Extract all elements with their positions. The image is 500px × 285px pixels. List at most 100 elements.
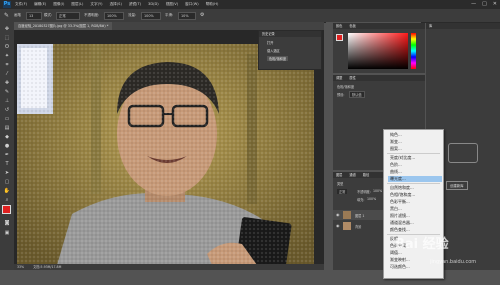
eyedropper-tool-icon[interactable]: ⁄ bbox=[3, 71, 11, 77]
opacity-label: 不透明度: bbox=[84, 13, 100, 17]
menu-image[interactable]: 图像(I) bbox=[53, 2, 64, 7]
menu-item-curves[interactable]: 曲线... bbox=[388, 169, 442, 175]
tab-swatches[interactable]: 色板 bbox=[346, 24, 358, 28]
tab-libraries[interactable]: 库 bbox=[426, 24, 435, 28]
path-select-tool-icon[interactable]: ➤ bbox=[3, 170, 11, 176]
adjustment-layer-menu: 纯色... 渐变... 图案... 亮度/对比度... 色阶... 曲线... … bbox=[383, 129, 444, 279]
quick-mask-icon[interactable]: ◙ bbox=[3, 220, 11, 226]
menu-list: 文件(F) 编辑(E) 图像(I) 图层(L) 文字(Y) 选择(S) 滤镜(T… bbox=[15, 2, 218, 7]
history-item[interactable]: 色相/饱和度 bbox=[267, 56, 289, 61]
layer-name[interactable]: 背景 bbox=[355, 224, 361, 229]
document-tabs: 百度经验_20180327图片.jpg @ 33.3%(图层 1, RGB/8#… bbox=[14, 22, 324, 30]
layer-opacity-value[interactable]: 100% bbox=[373, 189, 382, 193]
layer-name[interactable]: 图层 1 bbox=[355, 213, 364, 218]
fill-value[interactable]: 100% bbox=[367, 197, 376, 201]
history-panel: 历史记录 打开 载入选区 色相/饱和度 bbox=[258, 30, 322, 70]
menu-item-vibrance[interactable]: 自然饱和度... bbox=[388, 185, 442, 191]
menu-3d[interactable]: 3D(D) bbox=[148, 2, 159, 7]
menu-view[interactable]: 视图(V) bbox=[166, 2, 178, 7]
history-brush-tool-icon[interactable]: ↺ bbox=[3, 107, 11, 113]
brush-tool-icon[interactable]: ✎ bbox=[3, 89, 11, 95]
layer-kind-filter[interactable]: 类型 bbox=[337, 181, 343, 186]
history-item[interactable]: 载入选区 bbox=[267, 48, 280, 53]
menu-item-black-white[interactable]: 黑白... bbox=[388, 206, 442, 212]
hand-tool-icon[interactable]: ✋ bbox=[3, 188, 11, 194]
close-button[interactable]: ✕ bbox=[493, 1, 497, 7]
maximize-button[interactable]: □ bbox=[482, 1, 487, 7]
tab-layers[interactable]: 图层 bbox=[333, 173, 345, 177]
menu-file[interactable]: 文件(F) bbox=[15, 2, 27, 7]
menu-item-levels[interactable]: 色阶... bbox=[388, 162, 442, 168]
marquee-tool-icon[interactable]: ⬚ bbox=[3, 35, 11, 41]
tab-adjustments[interactable]: 调整 bbox=[333, 76, 345, 80]
baidu-jingyan-watermark: Bai 经验 bbox=[395, 237, 449, 252]
clone-stamp-tool-icon[interactable]: ⊥ bbox=[3, 98, 11, 104]
menu-item-brightness-contrast[interactable]: 亮度/对比度... bbox=[388, 155, 442, 161]
menu-item-color-balance[interactable]: 色彩平衡... bbox=[388, 199, 442, 205]
zoom-level[interactable]: 33% bbox=[17, 265, 24, 269]
screen-mode-icon[interactable]: ▣ bbox=[3, 230, 11, 236]
menu-item-exposure[interactable]: 曝光度... bbox=[388, 176, 442, 182]
foreground-color-swatch[interactable] bbox=[2, 205, 11, 214]
eye-icon[interactable]: ◉ bbox=[336, 223, 340, 228]
blend-mode-select[interactable]: 正常 bbox=[337, 189, 348, 194]
mode-select[interactable]: 正常 bbox=[56, 12, 80, 20]
shape-tool-icon[interactable]: ▢ bbox=[3, 179, 11, 185]
quick-select-tool-icon[interactable]: ✦ bbox=[3, 53, 11, 59]
dodge-tool-icon[interactable]: ● bbox=[3, 143, 11, 149]
layer-opacity-label: 不透明度: bbox=[357, 190, 371, 194]
crop-tool-icon[interactable]: ⌗ bbox=[3, 62, 11, 68]
blur-tool-icon[interactable]: ◆ bbox=[3, 134, 11, 140]
opacity-field[interactable]: 100% bbox=[104, 12, 124, 20]
fg-color-chip[interactable] bbox=[336, 34, 343, 41]
type-tool-icon[interactable]: T bbox=[3, 161, 11, 167]
lasso-tool-icon[interactable]: ʘ bbox=[3, 44, 11, 50]
tab-paths[interactable]: 路径 bbox=[360, 173, 372, 177]
move-tool-icon[interactable]: ✥ bbox=[3, 26, 11, 32]
preset-select[interactable]: 默认值 bbox=[349, 91, 365, 98]
window-controls: — □ ✕ bbox=[471, 1, 497, 7]
tab-properties[interactable]: 属性 bbox=[346, 76, 358, 80]
tool-preset[interactable]: 画笔 bbox=[14, 12, 21, 19]
hue-slider[interactable] bbox=[411, 33, 416, 69]
menu-filter[interactable]: 滤镜(T) bbox=[129, 2, 141, 7]
menu-item-photo-filter[interactable]: 照片滤镜... bbox=[388, 213, 442, 219]
layer-thumbnail bbox=[343, 222, 351, 230]
healing-tool-icon[interactable]: ✚ bbox=[3, 80, 11, 86]
color-panel: 颜色 色板 bbox=[333, 23, 425, 73]
menu-edit[interactable]: 编辑(E) bbox=[34, 2, 46, 7]
history-panel-title: 历史记录 bbox=[259, 31, 321, 37]
tab-channels[interactable]: 通道 bbox=[346, 173, 358, 177]
menu-help[interactable]: 帮助(H) bbox=[206, 2, 219, 7]
flow-field[interactable]: 100% bbox=[141, 12, 161, 20]
create-library-button[interactable]: 创建新库 bbox=[446, 181, 468, 190]
menu-item-channel-mixer[interactable]: 通道混合器... bbox=[388, 220, 442, 226]
gradient-tool-icon[interactable]: ▤ bbox=[3, 125, 11, 131]
history-item[interactable]: 打开 bbox=[267, 40, 273, 45]
status-bar: 33% 文档:5.93M/17.8M bbox=[14, 264, 324, 270]
menu-item-hue-saturation[interactable]: 色相/饱和度... bbox=[388, 192, 442, 198]
smoothing-field[interactable]: 10% bbox=[178, 12, 196, 20]
menu-item-gradient[interactable]: 渐变... bbox=[388, 139, 442, 145]
menu-item-pattern[interactable]: 图案... bbox=[388, 146, 442, 152]
document-tab[interactable]: 百度经验_20180327图片.jpg @ 33.3%(图层 1, RGB/8#… bbox=[14, 22, 113, 30]
brush-size-field[interactable]: 13 bbox=[26, 12, 42, 20]
gear-icon[interactable]: ⚙ bbox=[200, 12, 204, 19]
pen-tool-icon[interactable]: ✒ bbox=[3, 152, 11, 158]
color-field[interactable] bbox=[348, 33, 408, 69]
zoom-tool-icon[interactable]: ⌕ bbox=[3, 197, 11, 203]
eraser-tool-icon[interactable]: ▭ bbox=[3, 116, 11, 122]
portrait-image bbox=[17, 44, 314, 265]
brush-tool-icon[interactable]: ✎ bbox=[4, 12, 9, 19]
minimize-button[interactable]: — bbox=[471, 1, 476, 7]
menu-item-solid-color[interactable]: 纯色... bbox=[388, 132, 442, 138]
menu-type[interactable]: 文字(Y) bbox=[90, 2, 102, 7]
menu-divider bbox=[387, 183, 440, 184]
tab-color[interactable]: 颜色 bbox=[333, 24, 345, 28]
menu-window[interactable]: 窗口(W) bbox=[185, 2, 199, 7]
menu-layer[interactable]: 图层(L) bbox=[71, 2, 83, 7]
smoothing-label: 平滑: bbox=[165, 13, 174, 17]
menu-select[interactable]: 选择(S) bbox=[110, 2, 122, 7]
photo-canvas[interactable] bbox=[17, 44, 314, 265]
eye-icon[interactable]: ◉ bbox=[336, 212, 340, 217]
